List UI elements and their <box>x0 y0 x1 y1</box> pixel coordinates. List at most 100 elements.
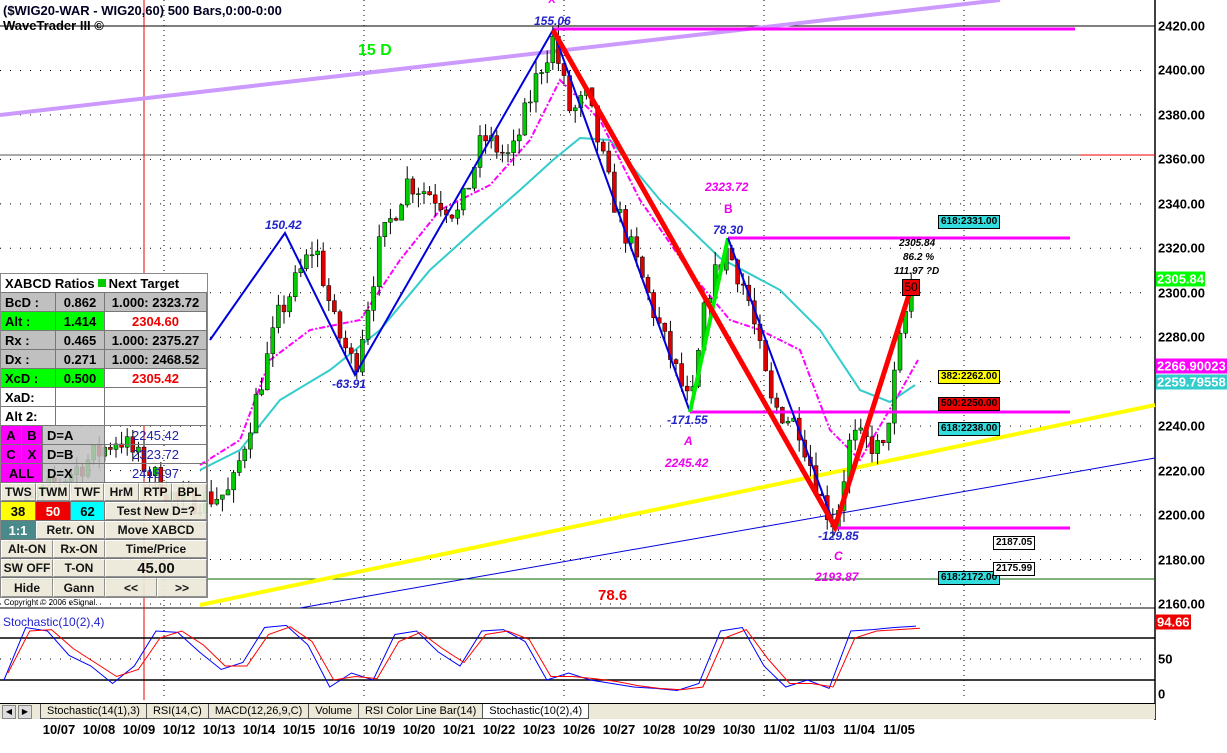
d-price: 2305.84 <box>899 238 936 249</box>
rx-on-button[interactable]: Rx-ON <box>53 540 105 558</box>
candle-down <box>500 151 505 154</box>
twm-button[interactable]: TWM <box>35 483 71 501</box>
gann-button[interactable]: Gann <box>53 578 105 597</box>
next-button[interactable]: >> <box>157 578 207 597</box>
x-point-label: X <box>548 0 556 6</box>
point-button[interactable]: X <box>22 445 43 463</box>
point-row: ALL D=X 2418.97 <box>1 464 207 483</box>
fib-38-button[interactable]: 38 <box>1 502 36 520</box>
tab-volume[interactable]: Volume <box>308 704 359 719</box>
candle-up <box>236 460 242 473</box>
price-tick: 2340.00 <box>1158 196 1205 212</box>
ratio-name: XaD: <box>1 388 56 406</box>
tab-rsi[interactable]: RSI(14,C) <box>145 704 209 719</box>
fib-50-button[interactable]: 50 <box>36 502 71 520</box>
point-button[interactable]: B <box>22 426 43 444</box>
twf-button[interactable]: TWF <box>70 483 104 501</box>
level-box-2187: 2187.05 <box>993 536 1036 550</box>
candle-up <box>404 178 410 206</box>
tab-rsi-color-line-bar[interactable]: RSI Color Line Bar(14) <box>357 704 484 719</box>
tws-button[interactable]: TWS <box>1 483 36 501</box>
d-points: 111.97 ?D <box>894 266 940 277</box>
tab-macd[interactable]: MACD(12,26,9,C) <box>207 704 310 719</box>
hrm-button[interactable]: HrM <box>103 483 139 501</box>
fib-62-button[interactable]: 62 <box>71 502 105 520</box>
tab-stochastic-14[interactable]: Stochastic(14(1),3) <box>40 704 147 719</box>
date-tick: 10/26 <box>562 722 596 737</box>
point-label: D=A <box>43 426 105 444</box>
rtp-button[interactable]: RTP <box>138 483 173 501</box>
fib-box-618-lower: 618:2172.00 <box>938 571 1001 585</box>
c-price: 2193.87 <box>815 570 859 584</box>
candle-down <box>483 135 488 142</box>
candle-up <box>516 134 522 142</box>
sw-off-button[interactable]: SW OFF <box>1 559 53 577</box>
scroll-right-icon[interactable]: ▶ <box>18 704 32 719</box>
t-on-button[interactable]: T-ON <box>53 559 105 577</box>
indicator-axis-0: 0 <box>1158 686 1166 702</box>
candle-up <box>455 209 460 219</box>
d-percent: 86.2 % <box>903 252 935 263</box>
time-price-button[interactable]: Time/Price <box>105 540 207 558</box>
candle-down <box>880 440 886 443</box>
date-tick: 11/05 <box>883 722 915 737</box>
candle-up <box>253 394 259 434</box>
ratio-row: XcD : 0.500 2305.42 <box>1 369 207 388</box>
ratio-row: Alt : 1.414 2304.60 <box>1 312 207 331</box>
bpl-button[interactable]: BPL <box>172 483 207 501</box>
date-tick: 10/12 <box>162 722 196 737</box>
tab-stochastic-10[interactable]: Stochastic(10(2),4) <box>482 704 590 719</box>
price-tick: 2240.00 <box>1158 418 1205 434</box>
ratio-row: XaD: <box>1 388 207 407</box>
d-marker: 50 <box>902 279 920 296</box>
swing-value-1: 150.42 <box>265 218 302 232</box>
ratio-label: 78.6 <box>598 587 628 604</box>
fib-box-382: 382:2262.00 <box>938 370 1001 384</box>
retr-on-button[interactable]: Retr. ON <box>36 521 105 539</box>
ratio-name: Dx : <box>1 350 56 368</box>
price-tick: 2160.00 <box>1158 596 1205 612</box>
point-button-all[interactable]: ALL <box>1 464 43 482</box>
candle-up <box>231 472 236 491</box>
ratio-target: 1.000: 2375.27 <box>105 331 207 349</box>
date-tick: 11/04 <box>843 722 875 737</box>
candle-up <box>388 218 393 223</box>
point-button[interactable]: A <box>1 426 22 444</box>
ratio-row: Alt 2: <box>1 407 207 426</box>
date-tick: 10/16 <box>322 722 356 737</box>
test-new-d-button[interactable]: Test New D=? <box>105 502 207 520</box>
candle-down <box>281 304 287 313</box>
a-price: 2245.42 <box>665 456 709 470</box>
date-tick: 10/30 <box>722 722 756 737</box>
hide-button[interactable]: Hide <box>1 578 53 597</box>
candle-up <box>399 204 404 221</box>
scroll-left-icon[interactable]: ◀ <box>2 704 16 719</box>
date-tick: 10/08 <box>82 722 116 737</box>
xabcd-pattern-line <box>550 28 915 534</box>
candle-down <box>208 491 214 505</box>
date-tick: 10/15 <box>282 722 316 737</box>
point-value: 2245.42 <box>105 426 207 444</box>
candle-down <box>780 407 785 424</box>
price-tick: 2300.00 <box>1158 285 1205 301</box>
point-label: D=X <box>43 464 105 482</box>
fast-moving-average <box>199 78 919 466</box>
alt-on-button[interactable]: Alt-ON <box>1 540 53 558</box>
ratio-name: XcD : <box>1 369 56 387</box>
candle-up <box>460 187 466 211</box>
point-label: D=B <box>43 445 105 463</box>
prev-button[interactable]: << <box>105 578 157 597</box>
indicator-title: Stochastic(10(2),4) <box>3 615 105 629</box>
date-tick: 10/09 <box>122 722 156 737</box>
candle-up <box>360 339 365 373</box>
date-tick: 10/20 <box>402 722 436 737</box>
candle-up <box>858 427 864 431</box>
date-tick: 10/27 <box>602 722 636 737</box>
move-xabcd-button[interactable]: Move XABCD <box>105 521 207 539</box>
candle-up <box>264 353 270 391</box>
value-field[interactable]: 45.00 <box>105 559 207 577</box>
one-to-one-button[interactable]: 1:1 <box>1 521 36 539</box>
ma-slow-tag: 2259.79558 <box>1156 374 1227 390</box>
ratio-target: 1.000: 2468.52 <box>105 350 207 368</box>
point-button[interactable]: C <box>1 445 22 463</box>
